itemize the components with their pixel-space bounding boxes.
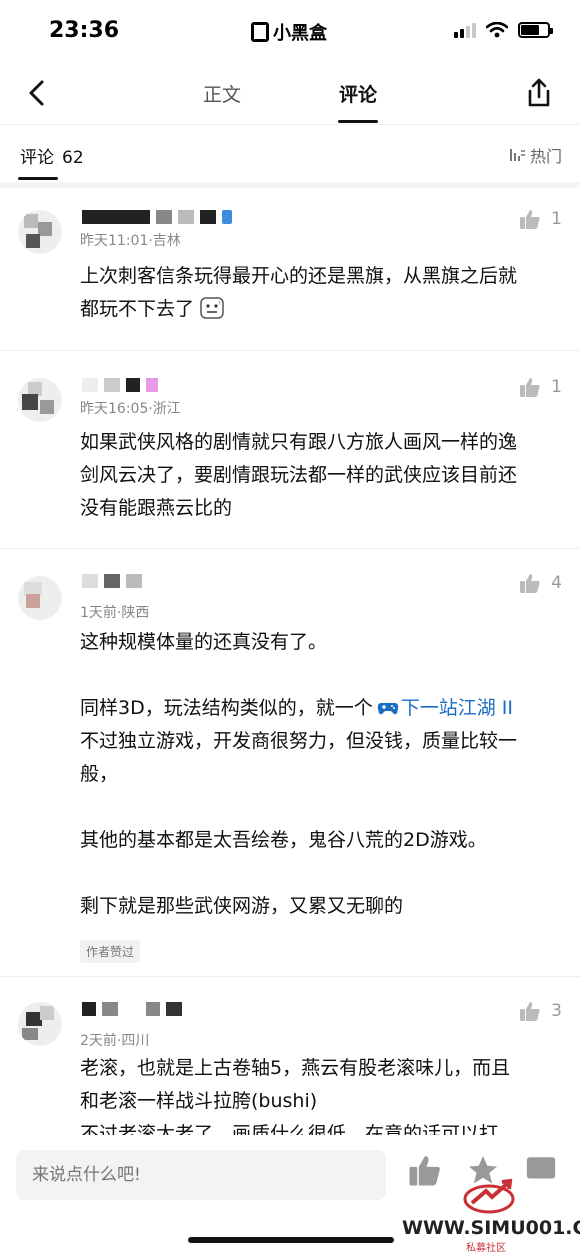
header-divider	[0, 182, 580, 188]
bottom-bar: WWW.SIMU001.CN 私募社区	[0, 1135, 580, 1255]
comment-count-indicator	[18, 177, 58, 180]
status-time: 23:36	[49, 18, 120, 43]
comment-line: 其他的基本都是太吾绘卷，鬼谷八荒的2D游戏。	[80, 829, 487, 851]
signal-icon	[454, 22, 476, 38]
comment-line: 都玩不下去了	[80, 298, 195, 320]
watermark-sub: 私募社区	[466, 1243, 506, 1254]
like-count: 1	[551, 209, 562, 229]
gamepad-icon	[377, 703, 398, 715]
comment-text: 这种规模体量的还真没有了。 同样3D，玩法结构类似的，就一个 下一站江湖 II 不…	[80, 626, 568, 923]
comment-count-label: 评论	[20, 148, 54, 168]
watermark: WWW.SIMU001.CN 私募社区	[402, 1177, 580, 1255]
username-redacted[interactable]	[82, 208, 232, 226]
watermark-site: WWW.SIMU001.CN	[402, 1217, 580, 1239]
comment-line: 剑风云决了，要剧情跟玩法都一样的武侠应该目前还	[80, 464, 518, 486]
avatar[interactable]	[18, 1002, 62, 1046]
comment-line: 剩下就是那些武侠网游，又累又无聊的	[80, 895, 404, 917]
sweat-emoji-icon	[200, 297, 224, 319]
comment-text: 老滚，也就是上古卷轴5，燕云有股老滚味儿，而且 和老滚一样战斗拉胯(bushi)…	[80, 1052, 568, 1135]
like-button[interactable]: 1	[519, 376, 562, 398]
wifi-icon	[486, 22, 508, 38]
thumbs-up-icon	[520, 1002, 540, 1021]
back-icon[interactable]	[22, 76, 52, 110]
username-redacted[interactable]	[82, 376, 158, 394]
status-indicators	[454, 22, 553, 38]
sort-icon	[509, 149, 525, 161]
game-link[interactable]: 下一站江湖 II	[401, 697, 513, 719]
avatar[interactable]	[18, 210, 62, 254]
sort-button[interactable]: 热门	[508, 143, 562, 167]
share-icon[interactable]	[524, 76, 554, 110]
sort-label: 热门	[529, 147, 562, 166]
thumbs-up-icon	[520, 210, 540, 229]
heybox-logo-icon	[251, 22, 269, 42]
comment-line: 没有能跟燕云比的	[80, 497, 233, 519]
comment-input[interactable]	[16, 1150, 386, 1200]
comment-item: 1天前·陕西 4 这种规模体量的还真没有了。 同样3D，玩法结构类似的，就一个 下…	[0, 572, 580, 972]
comment-line: 如果武侠风格的剧情就只有跟八方旅人画风一样的逸	[80, 431, 518, 453]
comment-line: 老滚，也就是上古卷轴5，燕云有股老滚味儿，而且	[80, 1057, 511, 1079]
app-name-label: 小黑盒	[273, 23, 327, 44]
divider	[0, 976, 580, 977]
comment-line: 和老滚一样战斗拉胯(bushi)	[80, 1090, 318, 1112]
status-app-name: 小黑盒	[251, 19, 327, 45]
comment-item: 昨天16:05·浙江 1 如果武侠风格的剧情就只有跟八方旅人画风一样的逸 剑风云…	[0, 376, 580, 546]
comment-text: 如果武侠风格的剧情就只有跟八方旅人画风一样的逸 剑风云决了，要剧情跟玩法都一样的…	[80, 426, 568, 525]
like-count: 1	[551, 377, 562, 397]
comment-meta: 2天前·四川	[80, 1033, 150, 1049]
comment-item: 昨天11:01·吉林 1 上次刺客信条玩得最开心的还是黑旗，从黑旗之后就 都玩不…	[0, 208, 580, 348]
tab-comments[interactable]: 评论	[339, 80, 377, 107]
comment-count: 62	[62, 148, 84, 168]
like-button[interactable]: 1	[519, 208, 562, 230]
comment-line: 般，	[80, 763, 119, 785]
tab-main-text[interactable]: 正文	[203, 80, 241, 107]
battery-icon	[518, 22, 553, 38]
username-redacted[interactable]	[82, 1000, 182, 1018]
divider	[0, 350, 580, 351]
status-bar: 23:36 小黑盒	[0, 0, 580, 62]
comment-header: 评论 62 热门	[0, 124, 580, 182]
comment-meta: 1天前·陕西	[80, 605, 150, 621]
avatar[interactable]	[18, 576, 62, 620]
comment-line: 上次刺客信条玩得最开心的还是黑旗，从黑旗之后就	[80, 265, 518, 287]
avatar[interactable]	[18, 378, 62, 422]
comment-line: 不过独立游戏，开发商很努力，但没钱，质量比较一	[80, 730, 518, 752]
username-redacted[interactable]	[82, 572, 142, 590]
comment-line: 不过老滚太老了，画质什么很低，在意的话可以打	[80, 1123, 499, 1135]
like-button[interactable]: 3	[519, 1000, 562, 1022]
comment-line: 这种规模体量的还真没有了。	[80, 631, 328, 653]
author-liked-badge: 作者赞过	[80, 940, 141, 963]
tab-active-indicator	[338, 120, 378, 123]
like-button[interactable]: 4	[519, 572, 562, 594]
comment-text: 上次刺客信条玩得最开心的还是黑旗，从黑旗之后就 都玩不下去了	[80, 260, 568, 326]
comment-count-tab[interactable]: 评论 62	[20, 143, 84, 168]
divider	[0, 548, 580, 549]
like-count: 3	[551, 1001, 562, 1021]
thumbs-up-icon	[520, 378, 540, 397]
comment-line: 同样3D，玩法结构类似的，就一个	[80, 697, 373, 719]
comment-meta: 昨天16:05·浙江	[80, 401, 181, 417]
nav-bar: 正文 评论	[0, 62, 580, 124]
comment-item: 2天前·四川 3 老滚，也就是上古卷轴5，燕云有股老滚味儿，而且 和老滚一样战斗…	[0, 1000, 580, 1135]
thumbs-up-icon	[520, 574, 540, 593]
watermark-logo-icon	[463, 1178, 515, 1214]
comment-meta: 昨天11:01·吉林	[80, 233, 181, 249]
home-indicator	[188, 1237, 394, 1243]
like-count: 4	[551, 573, 562, 593]
